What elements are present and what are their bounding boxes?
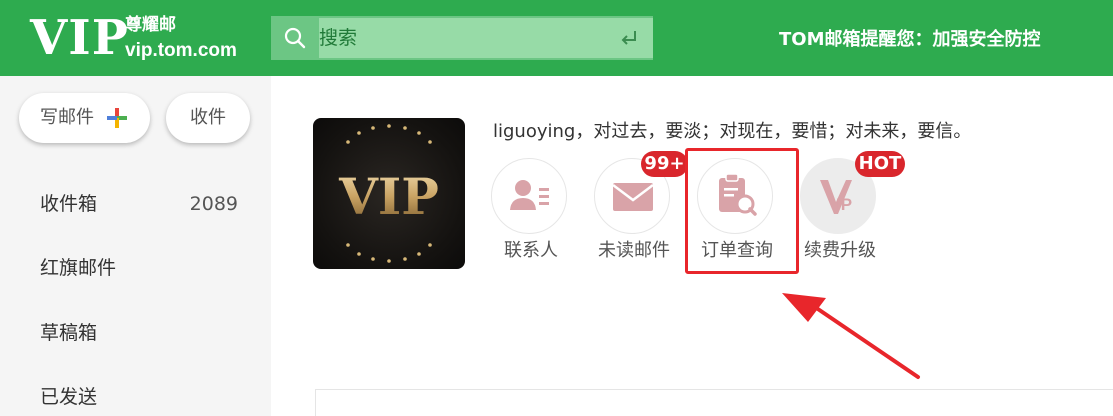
quick-action-label: 未读邮件 bbox=[598, 240, 670, 261]
avatar-vip-text: VIP bbox=[338, 167, 439, 226]
sidebar: 写邮件 收件 收件箱 2089 红旗邮件 草稿箱 已发送 bbox=[0, 76, 271, 416]
security-notice[interactable]: TOM邮箱提醒您：加强安全防控 bbox=[779, 26, 1041, 54]
compose-button[interactable]: 写邮件 bbox=[19, 93, 150, 143]
quick-action-label: 续费升级 bbox=[804, 240, 876, 261]
search-bar bbox=[271, 16, 653, 60]
vip-avatar-graphic: VIP bbox=[338, 124, 439, 263]
highlight-box bbox=[685, 148, 799, 274]
sidebar-item-flagged[interactable]: 红旗邮件 bbox=[40, 253, 240, 283]
contacts-icon bbox=[510, 180, 549, 210]
quick-action-label: 联系人 bbox=[504, 240, 558, 261]
sidebar-item-sent[interactable]: 已发送 bbox=[40, 382, 240, 412]
unread-badge: 99+ bbox=[641, 151, 688, 177]
hot-badge: HOT bbox=[855, 151, 905, 177]
compose-label: 写邮件 bbox=[40, 107, 94, 128]
receive-button[interactable]: 收件 bbox=[166, 93, 250, 143]
sidebar-item-label: 已发送 bbox=[40, 386, 98, 408]
inbox-count: 2089 bbox=[189, 193, 238, 215]
sidebar-item-label: 收件箱 bbox=[40, 193, 98, 215]
logo-vip[interactable]: VIP bbox=[30, 8, 129, 68]
svg-text:IP: IP bbox=[836, 195, 852, 214]
search-input[interactable] bbox=[319, 18, 609, 58]
brand-name: 尊耀邮 bbox=[125, 15, 176, 35]
plus-icon bbox=[107, 108, 127, 128]
top-header: VIP 尊耀邮 vip.tom.com TOM邮箱提醒您：加强安全防控 bbox=[0, 0, 1113, 76]
avatar[interactable]: VIP bbox=[313, 118, 465, 269]
search-icon[interactable] bbox=[284, 27, 306, 49]
sidebar-item-inbox[interactable]: 收件箱 2089 bbox=[40, 189, 240, 219]
sidebar-item-label: 红旗邮件 bbox=[40, 257, 117, 279]
enter-icon[interactable] bbox=[619, 28, 639, 48]
sidebar-item-label: 草稿箱 bbox=[40, 322, 98, 344]
sidebar-item-drafts[interactable]: 草稿箱 bbox=[40, 318, 240, 348]
brand-domain: vip.tom.com bbox=[125, 40, 237, 61]
search-field[interactable] bbox=[319, 18, 653, 58]
content-panel bbox=[315, 389, 1113, 416]
user-motto: liguoying，对过去，要淡；对现在，要惜；对未来，要信。 bbox=[493, 121, 972, 142]
